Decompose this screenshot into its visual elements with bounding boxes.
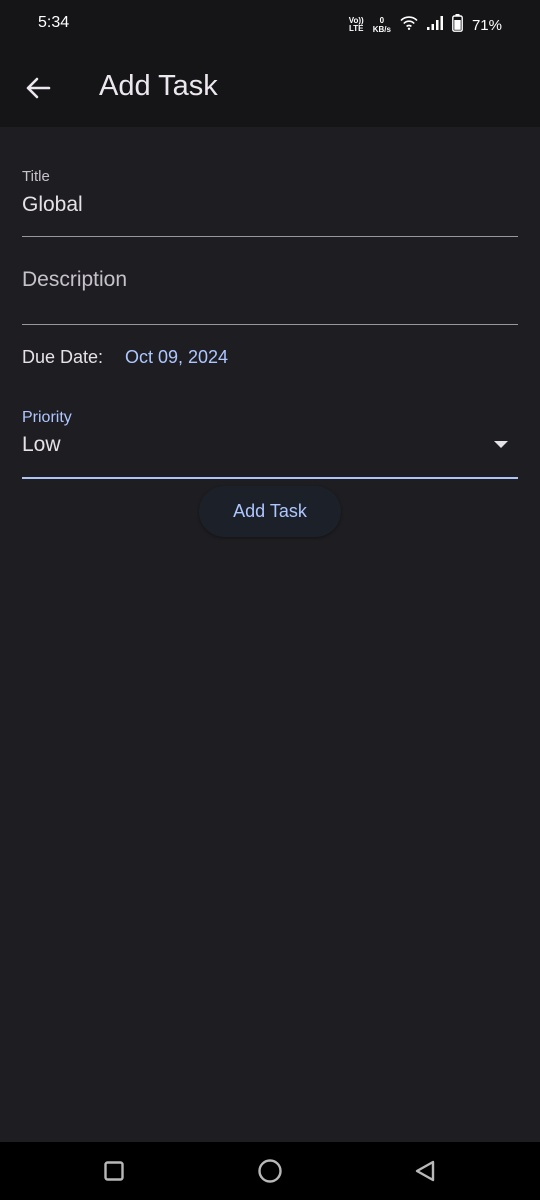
status-icons: Vo)) LTE 0 KB/s 71% [349,10,502,40]
title-field-value[interactable]: Global [22,193,83,217]
system-nav-bar [0,1142,540,1200]
battery-percent: 71% [471,16,502,34]
volte-indicator: Vo)) LTE [349,17,364,33]
add-task-button[interactable]: Add Task [199,486,341,537]
arrow-back-icon [26,77,51,99]
system-back-button[interactable] [412,1158,438,1184]
net-speed-unit: KB/s [372,25,391,34]
add-task-screen: 5:34 Vo)) LTE 0 KB/s 71% Add Task Title … [0,0,540,1200]
app-bar: Add Task [0,50,540,127]
home-circle-icon [258,1159,282,1183]
net-speed-indicator: 0 KB/s [373,16,391,34]
status-bar: 5:34 Vo)) LTE 0 KB/s 71% [0,0,540,50]
title-field-underline [22,236,518,237]
title-field-label: Title [22,168,50,185]
volte-bottom-text: LTE [348,24,364,33]
priority-label: Priority [22,409,72,426]
signal-icon [426,15,443,35]
back-button[interactable] [20,70,56,106]
due-date-label: Due Date: [22,347,104,367]
home-button[interactable] [257,1158,283,1184]
net-speed-value: 0 [379,16,385,25]
description-field-placeholder[interactable]: Description [22,268,127,292]
status-time: 5:34 [38,14,70,31]
battery-icon [452,13,463,37]
add-task-button-label: Add Task [233,501,307,521]
description-field-underline [22,324,518,325]
chevron-down-icon[interactable] [494,441,508,448]
page-title: Add Task [99,70,218,102]
back-triangle-icon [415,1160,435,1182]
priority-underline [22,477,518,479]
due-date-value[interactable]: Oct 09, 2024 [125,347,228,368]
recents-button[interactable] [101,1158,127,1184]
recents-square-icon [104,1161,124,1181]
wifi-icon [400,15,418,35]
priority-selected-value[interactable]: Low [22,433,61,457]
